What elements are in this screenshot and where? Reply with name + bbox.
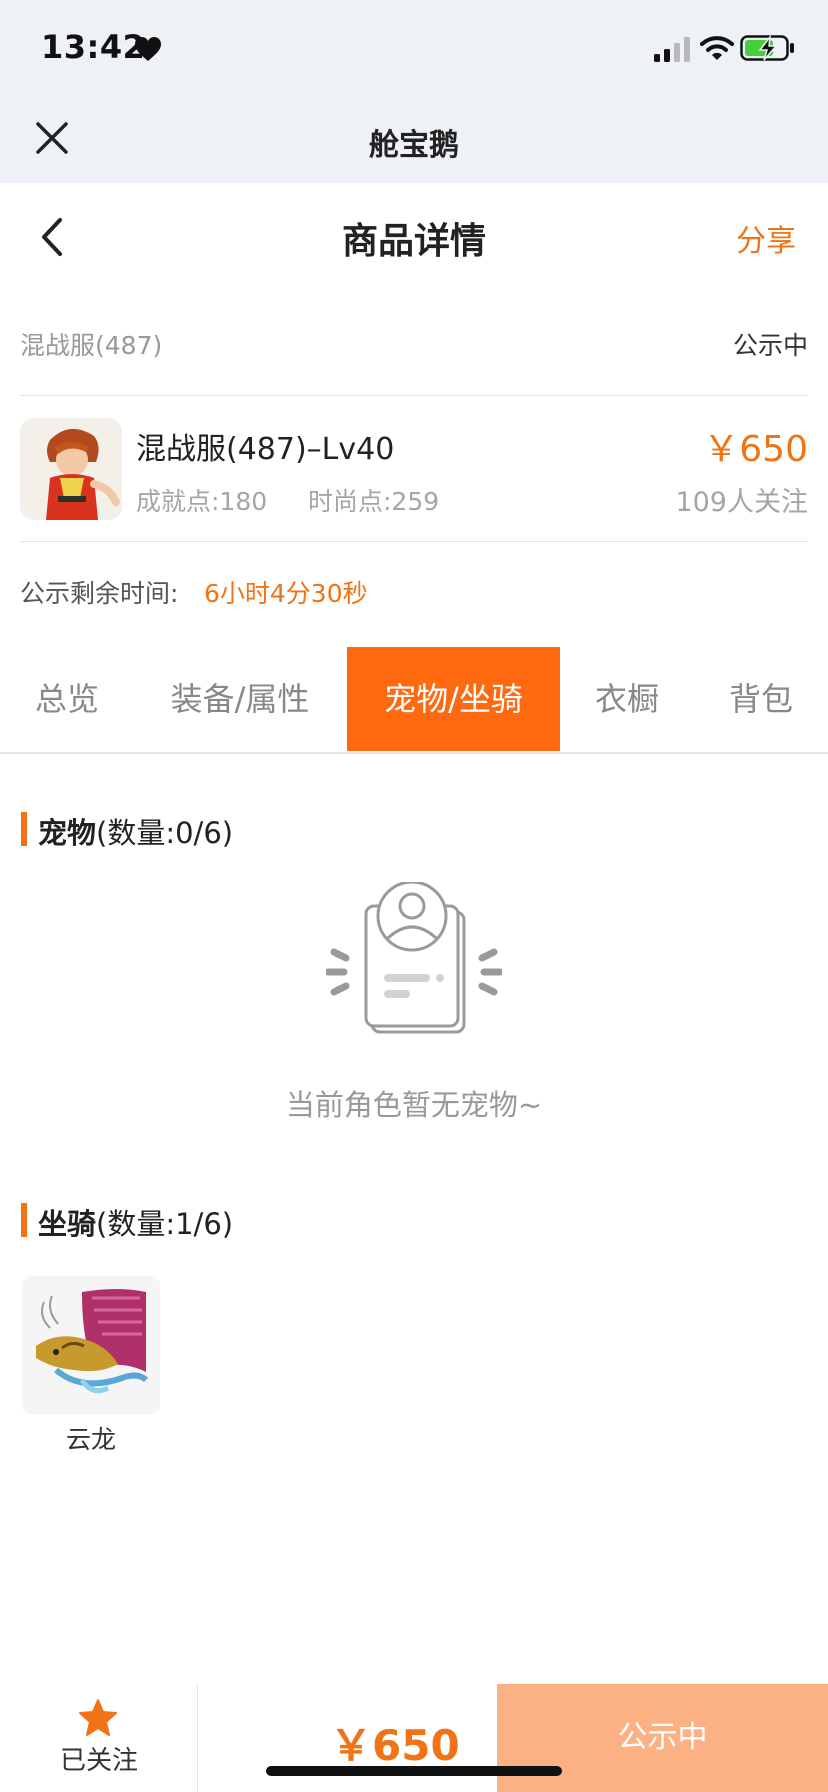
tabs-divider (0, 752, 828, 754)
tab-overview[interactable]: 总览 (0, 647, 134, 751)
character-avatar (20, 418, 122, 520)
empty-profile-icon (326, 882, 502, 1034)
tab-backpack[interactable]: 背包 (694, 647, 828, 751)
share-button[interactable]: 分享 (736, 216, 796, 260)
section-accent-bar (21, 812, 27, 846)
product-price: ￥650 (703, 429, 808, 470)
product-title: 混战服(487)–Lv40 (136, 432, 395, 467)
pets-section-title: 宠物(数量:0/6) (38, 810, 233, 852)
remaining-time-label: 公示剩余时间: (20, 579, 179, 608)
heart-icon (135, 37, 161, 61)
pets-count: (数量:0/6) (96, 816, 234, 850)
tab-wardrobe[interactable]: 衣橱 (560, 647, 694, 751)
section-accent-bar (21, 1203, 27, 1237)
divider (20, 541, 808, 542)
mounts-title: 坐骑 (38, 1207, 97, 1241)
bottom-price: ￥650 (330, 1721, 460, 1770)
bottom-divider (197, 1684, 198, 1792)
fashion-points: 时尚点:259 (308, 487, 440, 516)
tab-equipment[interactable]: 装备/属性 (134, 647, 346, 751)
server-name: 混战服(487) (20, 331, 163, 360)
achievement-points: 成就点:180 (136, 487, 268, 516)
mount-item-card[interactable] (22, 1276, 160, 1414)
home-indicator (266, 1766, 562, 1776)
empty-pets-message: 当前角色暂无宠物~ (285, 1088, 543, 1122)
listing-status: 公示中 (732, 331, 808, 360)
mounts-count: (数量:1/6) (96, 1207, 234, 1241)
detail-tabs: 总览 装备/属性 宠物/坐骑 衣橱 背包 (0, 647, 828, 751)
mounts-section-title: 坐骑(数量:1/6) (38, 1201, 233, 1243)
cellular-signal-icon (654, 37, 690, 62)
mount-item-name: 云龙 (65, 1425, 116, 1454)
status-time: 13:42 (41, 28, 146, 66)
divider (20, 395, 808, 396)
wifi-icon (700, 36, 734, 60)
battery-charging-icon (740, 34, 794, 61)
page-title: 商品详情 (341, 221, 486, 262)
follower-count: 109人关注 (675, 487, 808, 518)
follow-button[interactable]: 已关注 (0, 1740, 198, 1777)
miniapp-title: 舱宝鹅 (369, 128, 459, 163)
star-icon[interactable] (78, 1698, 118, 1738)
tab-pets-mounts[interactable]: 宠物/坐骑 (347, 647, 560, 751)
remaining-time-value: 6小时4分30秒 (204, 579, 368, 608)
pets-title: 宠物 (38, 816, 97, 850)
